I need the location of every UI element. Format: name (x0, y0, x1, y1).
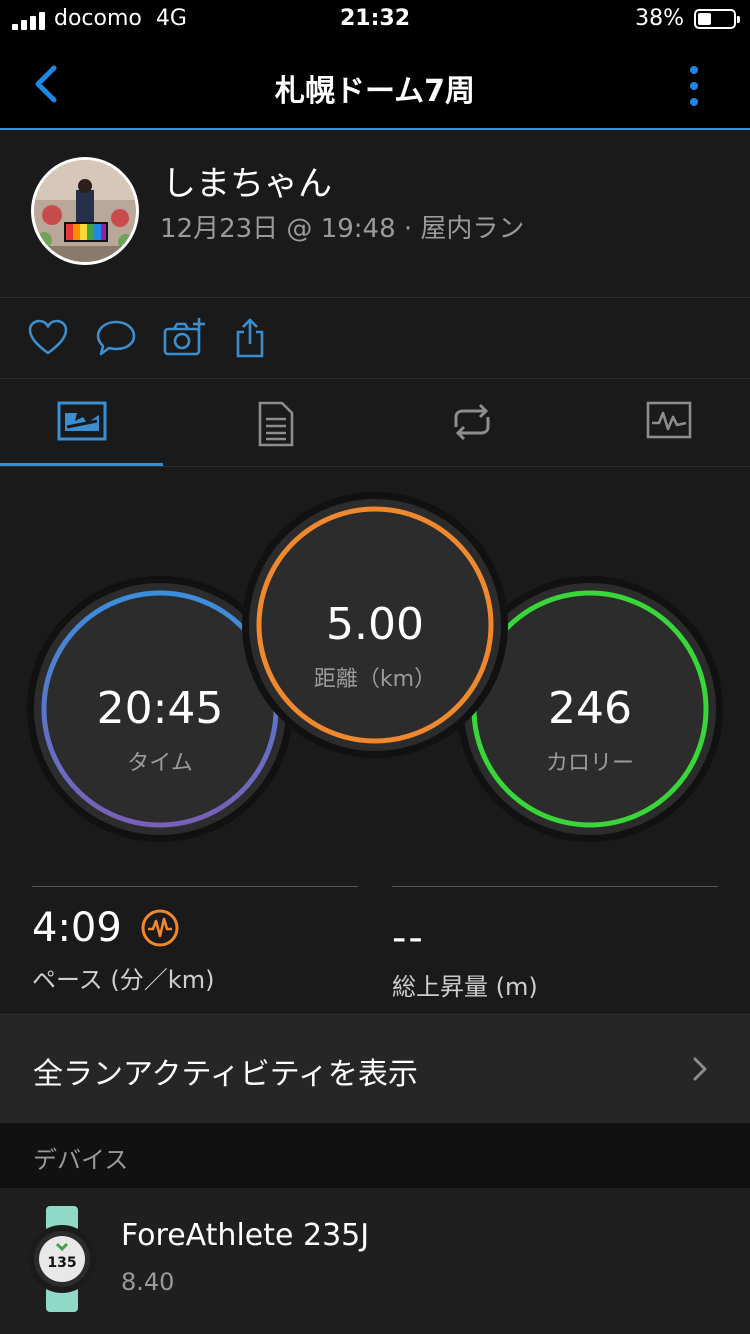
elevation-value: -- (392, 915, 425, 961)
divider (392, 886, 718, 887)
time-label: タイム (127, 751, 193, 776)
add-photo-icon[interactable] (162, 316, 206, 360)
pace-value: 4:09 (32, 905, 122, 951)
social-actions (0, 298, 750, 379)
stats-panel: 20:45 タイム 246 カロリー 5.00 距離（km） 4:09 ペース … (0, 467, 750, 1012)
avatar[interactable] (31, 157, 139, 265)
activity-meta: 12月23日 @ 19:48 · 屋内ラン (160, 214, 525, 244)
chevron-right-icon (693, 1057, 707, 1081)
activity-tabs (0, 379, 750, 467)
calories-ring: 246 カロリー (464, 583, 716, 835)
tab-summary[interactable] (0, 379, 163, 466)
laps-icon (454, 403, 489, 441)
divider (32, 886, 358, 887)
all-runs-label: 全ランアクティビティを表示 (33, 1057, 418, 1092)
more-menu-icon[interactable] (682, 64, 706, 108)
battery-icon (694, 9, 740, 29)
activity-header: しまちゃん 12月23日 @ 19:48 · 屋内ラン (0, 130, 750, 298)
heart-rate-icon[interactable] (140, 908, 180, 948)
all-runs-row[interactable]: 全ランアクティビティを表示 (0, 1013, 750, 1123)
pace-label: ペース (分／km) (32, 966, 215, 994)
battery-percent: 38% (635, 6, 684, 31)
calories-label: カロリー (545, 751, 634, 776)
distance-value: 5.00 (326, 599, 424, 650)
svg-text:135: 135 (47, 1255, 76, 1271)
device-row[interactable]: 135 ForeAthlete 235J 8.40 (0, 1188, 750, 1334)
distance-ring: 5.00 距離（km） (249, 499, 501, 751)
tab-laps[interactable] (390, 379, 553, 465)
details-icon (258, 401, 293, 447)
tab-active-indicator (0, 463, 163, 466)
page-title: 札幌ドーム7周 (275, 74, 475, 109)
status-bar: docomo 4G 21:32 38% (0, 0, 750, 42)
watch-icon: 135 (28, 1206, 96, 1312)
heart-icon[interactable] (26, 316, 70, 360)
tab-charts[interactable] (587, 379, 750, 465)
summary-icon (57, 401, 106, 441)
devices-section-header: デバイス (0, 1123, 750, 1187)
distance-label: 距離（km） (313, 667, 437, 692)
nav-bar: 札幌ドーム7周 (0, 42, 750, 130)
share-icon[interactable] (230, 316, 274, 360)
tab-details[interactable] (194, 379, 357, 465)
chart-icon (646, 401, 691, 439)
devices-header-label: デバイス (33, 1146, 129, 1174)
user-name[interactable]: しまちゃん (162, 156, 332, 205)
device-name: ForeAthlete 235J (121, 1218, 370, 1253)
device-version: 8.40 (121, 1268, 175, 1296)
calories-value: 246 (548, 683, 632, 734)
elevation-label: 総上昇量 (m) (392, 973, 538, 1001)
comment-icon[interactable] (94, 316, 138, 360)
